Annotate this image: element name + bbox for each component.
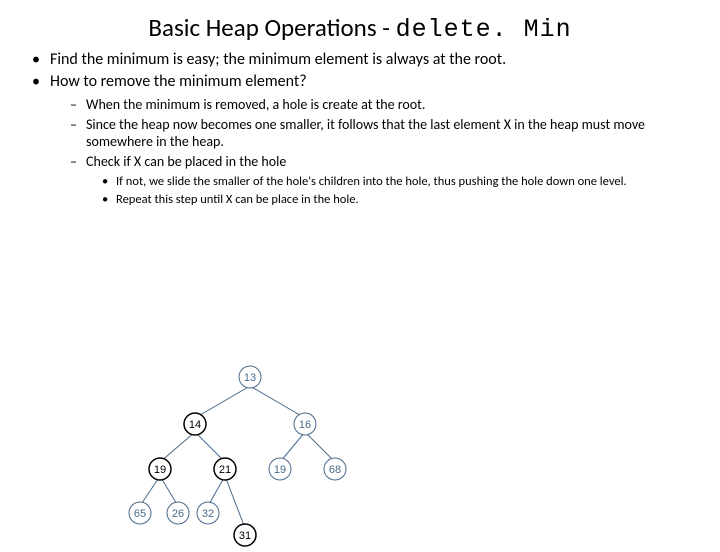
l2-item-text: Check if X can be placed in the hole: [86, 153, 286, 170]
node-label: 32: [202, 508, 214, 520]
node-label: 19: [154, 464, 166, 476]
title-prefix: Basic Heap Operations -: [148, 12, 395, 43]
bullet-list-level3: If not, we slide the smaller of the hole…: [86, 174, 690, 209]
node-label: 13: [244, 372, 256, 384]
node-label: 68: [329, 464, 341, 476]
l1-item: How to remove the minimum element? When …: [50, 72, 720, 209]
node-label: 26: [172, 508, 184, 520]
heap-tree-diagram: 13 14 16 19 21 19 68 65 26 32 31: [100, 362, 400, 552]
l2-item: Since the heap now becomes one smaller, …: [86, 116, 720, 151]
l3-item: Repeat this step until X can be place in…: [116, 192, 690, 208]
node-label: 31: [239, 530, 251, 542]
bullet-list-level2: When the minimum is removed, a hole is c…: [50, 96, 720, 209]
title-mono: delete. Min: [396, 15, 572, 44]
l1-item-text: How to remove the minimum element?: [50, 72, 307, 91]
bullet-list-level1: Find the minimum is easy; the minimum el…: [0, 50, 720, 209]
node-label: 14: [189, 419, 201, 431]
l1-item: Find the minimum is easy; the minimum el…: [50, 50, 720, 70]
node-label: 65: [134, 508, 146, 520]
l2-item: When the minimum is removed, a hole is c…: [86, 96, 720, 114]
l3-item: If not, we slide the smaller of the hole…: [116, 174, 690, 190]
l2-item: Check if X can be placed in the hole If …: [86, 153, 720, 209]
slide-title: Basic Heap Operations - delete. Min: [0, 12, 720, 44]
node-label: 19: [274, 464, 286, 476]
node-label: 16: [299, 419, 311, 431]
node-label: 21: [219, 464, 231, 476]
